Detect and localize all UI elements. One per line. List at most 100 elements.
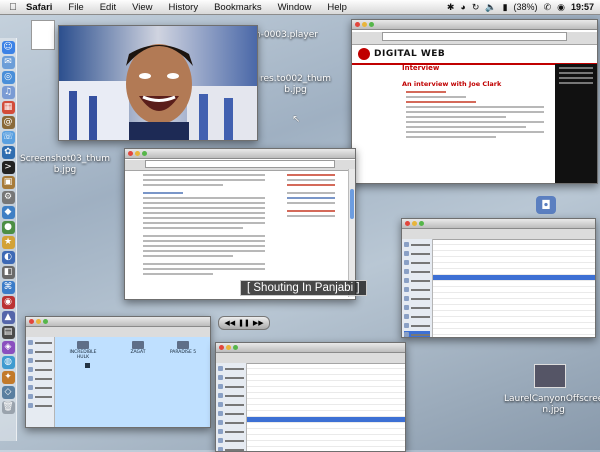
article-title-bar[interactable]	[125, 149, 355, 159]
dock-mail-icon[interactable]: ✉	[1, 56, 15, 69]
dock-app11-icon[interactable]: ◍	[1, 356, 15, 369]
dock-app7-icon[interactable]: ◉	[1, 296, 15, 309]
forward-icon[interactable]: ▶▶	[253, 319, 264, 327]
dock-itunes-icon[interactable]: ♫	[1, 86, 15, 99]
article-heading: Interview	[402, 64, 440, 72]
zoom-button[interactable]	[142, 151, 147, 156]
desktop-app-icon[interactable]: ◘	[536, 196, 556, 214]
video-player-window[interactable]	[58, 25, 258, 141]
rewind-icon[interactable]: ◀◀	[224, 319, 235, 327]
dock-app12-icon[interactable]: ✦	[1, 371, 15, 384]
browser-title-bar[interactable]	[352, 20, 597, 30]
dock-app13-icon[interactable]: ◇	[1, 386, 15, 399]
dock-addressbook-icon[interactable]: @	[1, 116, 15, 129]
dock: ☺ ✉ ◎ ♫ ▦ @ ☏ ✿ > ▣ ⚙ ◆ ● ★ ◐ ◧ ⌘ ◉ ▲ ▤ …	[0, 38, 17, 441]
menu-edit[interactable]: Edit	[100, 2, 116, 13]
menu-window[interactable]: Window	[278, 2, 312, 13]
desktop-document-icon[interactable]	[31, 20, 55, 50]
finder-item-hulk[interactable]: INCREDIBLE HULK	[63, 341, 103, 360]
close-button[interactable]	[355, 22, 360, 27]
zoom-button[interactable]	[369, 22, 374, 27]
close-button[interactable]	[128, 151, 133, 156]
battery-percent: (38%)	[513, 2, 538, 12]
article-address-bar[interactable]	[145, 160, 335, 168]
phone-icon[interactable]: ✆	[544, 2, 552, 13]
minimize-button[interactable]	[362, 22, 367, 27]
dock-preview-icon[interactable]: ▣	[1, 176, 15, 189]
minimize-button[interactable]	[36, 319, 41, 324]
menu-view[interactable]: View	[132, 2, 152, 13]
dock-app-icon[interactable]: ◆	[1, 206, 15, 219]
finder-item-small[interactable]	[85, 363, 90, 368]
digitalweb-browser-window[interactable]: DIGITAL WEB Interview An interview with …	[351, 19, 598, 184]
dock-app6-icon[interactable]: ⌘	[1, 281, 15, 294]
video-subtitle: [ Shouting In Panjabi ]	[240, 280, 367, 296]
finder-file-list	[247, 363, 405, 451]
menu-app-safari[interactable]: Safari	[26, 2, 52, 13]
apple-menu-icon[interactable]: 	[6, 2, 20, 13]
scrollbar-thumb[interactable]	[350, 189, 354, 219]
article-scrollbar[interactable]	[348, 169, 355, 297]
browser-toolbar	[352, 32, 597, 45]
minimize-button[interactable]	[412, 221, 417, 226]
volume-icon[interactable]: 🔈	[485, 2, 496, 13]
dock-app8-icon[interactable]: ▲	[1, 311, 15, 324]
web-article: Interview An interview with Joe Clark	[402, 64, 548, 141]
site-logo[interactable]: DIGITAL WEB	[374, 49, 445, 59]
article-title: An interview with Joe Clark	[402, 80, 502, 88]
minimize-button[interactable]	[135, 151, 140, 156]
menu-help[interactable]: Help	[327, 2, 347, 13]
battery-icon[interactable]: ▮	[503, 2, 508, 13]
zoom-button[interactable]	[419, 221, 424, 226]
play-pause-icon[interactable]: ❚❚	[238, 319, 250, 327]
bluetooth-icon[interactable]: ✱	[447, 2, 455, 13]
finder-item-zagat[interactable]: ZAGAT	[123, 341, 153, 355]
finder-window-center[interactable]	[215, 342, 406, 452]
finder-window-left[interactable]: INCREDIBLE HULK ZAGAT PARADISE 5	[25, 316, 211, 428]
zoom-button[interactable]	[233, 345, 238, 350]
finder-sidebar	[26, 337, 55, 427]
desktop-label-thumb[interactable]: res.to002_thum b.jpg	[260, 74, 331, 96]
menu-bookmarks[interactable]: Bookmarks	[214, 2, 262, 13]
menubar-clock[interactable]: 19:57	[571, 2, 594, 12]
dock-ical-icon[interactable]: ▦	[1, 101, 15, 114]
disk-icon	[177, 341, 189, 349]
minimize-button[interactable]	[226, 345, 231, 350]
finder-item-paradise[interactable]: PARADISE 5	[163, 341, 203, 355]
disk-icon	[77, 341, 89, 349]
dock-app2-icon[interactable]: ●	[1, 221, 15, 234]
disk-icon	[132, 341, 144, 349]
dock-iphoto-icon[interactable]: ✿	[1, 146, 15, 159]
safari-article-window[interactable]	[124, 148, 356, 300]
dock-app9-icon[interactable]: ▤	[1, 326, 15, 339]
dock-prefs-icon[interactable]: ⚙	[1, 191, 15, 204]
zoom-button[interactable]	[43, 319, 48, 324]
dock-finder-icon[interactable]: ☺	[1, 41, 15, 54]
desktop-image-icon[interactable]	[534, 364, 566, 388]
dock-app4-icon[interactable]: ◐	[1, 251, 15, 264]
desktop-label-laurel[interactable]: LaurelCanyonOffscree n.jpg	[504, 394, 600, 416]
close-button[interactable]	[405, 221, 410, 226]
desktop-label-screenshot[interactable]: Screenshot03_thum b.jpg	[20, 154, 110, 176]
wifi-icon[interactable]: ◕	[460, 2, 465, 12]
media-controller[interactable]: ◀◀ ❚❚ ▶▶	[218, 316, 270, 330]
sync-icon[interactable]: ↻	[472, 2, 480, 13]
dock-app5-icon[interactable]: ◧	[1, 266, 15, 279]
close-button[interactable]	[219, 345, 224, 350]
menu-file[interactable]: File	[68, 2, 83, 13]
finder-window-right[interactable]	[401, 218, 596, 338]
mouse-pointer-icon: ↖	[292, 114, 301, 125]
desktop-label-player[interactable]: ch-0003.player	[250, 30, 318, 40]
dock-trash-icon[interactable]: 🗑	[1, 401, 15, 414]
dock-app3-icon[interactable]: ★	[1, 236, 15, 249]
dock-ichat-icon[interactable]: ☏	[1, 131, 15, 144]
close-button[interactable]	[29, 319, 34, 324]
dock-terminal-icon[interactable]: >	[1, 161, 15, 174]
dock-app10-icon[interactable]: ◈	[1, 341, 15, 354]
address-bar[interactable]	[382, 32, 567, 41]
menu-extras: ✱ ◕ ↻ 🔈 ▮ (38%) ✆ ◉ 19:57	[447, 2, 600, 13]
article-sidebar	[283, 171, 339, 220]
menu-history[interactable]: History	[169, 2, 199, 13]
dock-safari-icon[interactable]: ◎	[1, 71, 15, 84]
globe-icon[interactable]: ◉	[557, 2, 565, 13]
